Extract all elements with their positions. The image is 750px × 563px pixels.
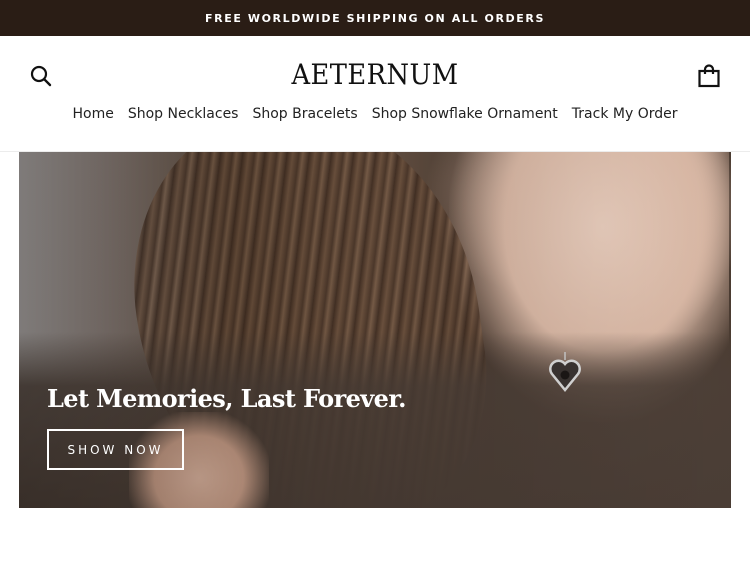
nav-item-track-my-order[interactable]: Track My Order — [572, 106, 678, 122]
site-logo[interactable]: AETERNUM — [30, 58, 720, 91]
announcement-text: FREE WORLDWIDE SHIPPING ON ALL ORDERS — [205, 11, 545, 25]
nav-item-home[interactable]: Home — [73, 106, 114, 122]
cart-button[interactable] — [697, 64, 721, 88]
announcement-bar: FREE WORLDWIDE SHIPPING ON ALL ORDERS — [0, 0, 750, 36]
nav-item-shop-necklaces[interactable]: Shop Necklaces — [128, 106, 239, 122]
nav-item-shop-snowflake-ornament[interactable]: Shop Snowflake Ornament — [372, 106, 558, 122]
hero-banner: Let Memories, Last Forever. SHOW NOW — [19, 152, 731, 508]
nav-item-shop-bracelets[interactable]: Shop Bracelets — [252, 106, 357, 122]
site-header: AETERNUM Home Shop Necklaces Shop Bracel… — [0, 36, 750, 152]
shopping-bag-icon — [698, 64, 720, 88]
main-nav: Home Shop Necklaces Shop Bracelets Shop … — [0, 106, 750, 122]
show-now-button[interactable]: SHOW NOW — [47, 429, 184, 470]
hero-title: Let Memories, Last Forever. — [47, 384, 407, 413]
